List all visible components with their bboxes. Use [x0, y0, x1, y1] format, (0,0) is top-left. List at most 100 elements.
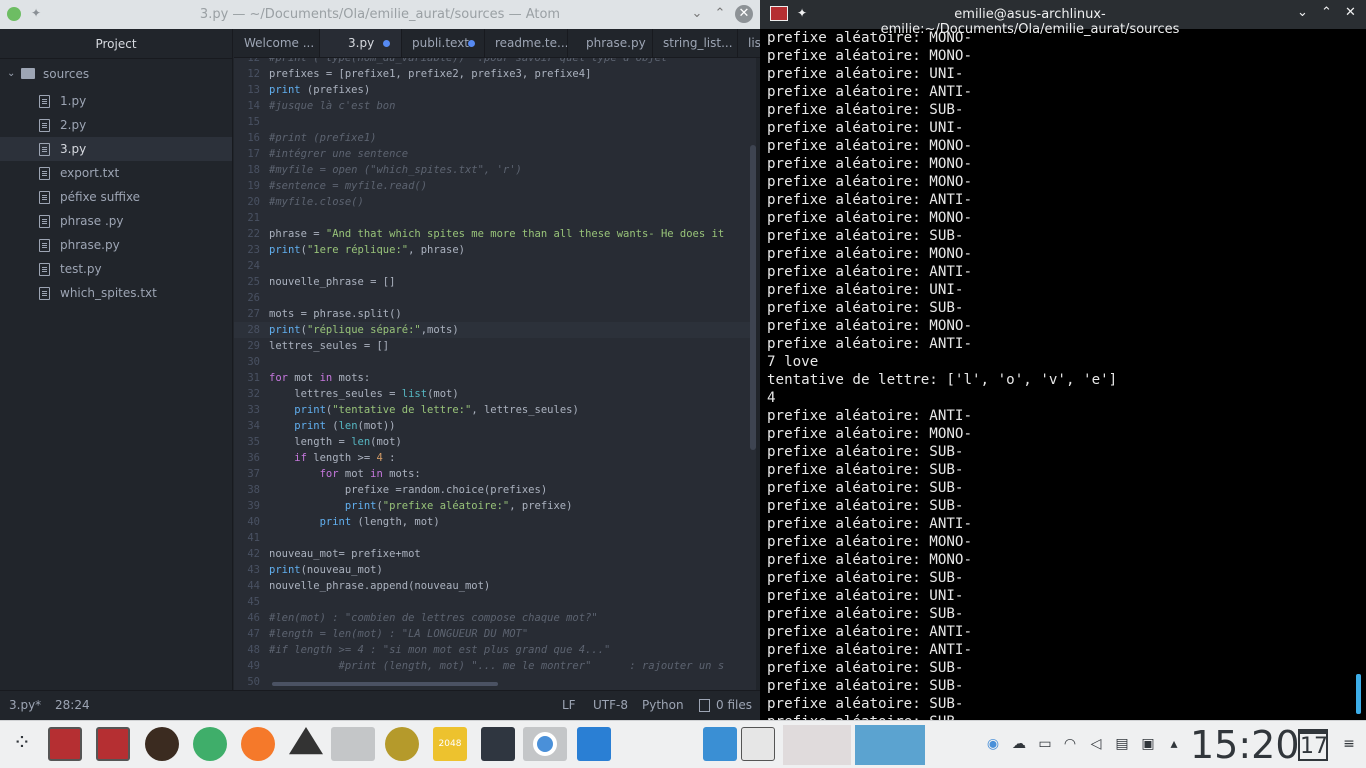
- menu-icon[interactable]: ≡: [1340, 735, 1358, 753]
- code-line[interactable]: 48 #if length >= 4 : "si mon mot est plus…: [234, 642, 756, 658]
- code-line[interactable]: 12 prefixes = [prefixe1, prefixe2, prefix…: [234, 66, 756, 82]
- file-item-phrase-space[interactable]: phrase .py: [0, 209, 232, 233]
- code-line[interactable]: 18 #myfile = open ("which_spites.txt", 'r…: [234, 162, 756, 178]
- game-2048-icon[interactable]: 2048: [433, 727, 467, 761]
- editor-horizontal-scrollbar[interactable]: [272, 682, 498, 686]
- screenshot-tool-icon[interactable]: [703, 727, 737, 761]
- code-line[interactable]: 14 #jusque là c'est bon: [234, 98, 756, 114]
- code-line[interactable]: 40 print (length, mot): [234, 514, 756, 530]
- code-line[interactable]: 37 for mot in mots:: [234, 466, 756, 482]
- code-line[interactable]: 41: [234, 530, 756, 546]
- code-line[interactable]: 27 mots = phrase.split(): [234, 306, 756, 322]
- code-line[interactable]: 33 print("tentative de lettre:", lettres…: [234, 402, 756, 418]
- editor-vertical-scrollbar[interactable]: [750, 145, 756, 450]
- tab-readme[interactable]: readme.te...: [485, 29, 568, 57]
- code-line[interactable]: 43 print(nouveau_mot): [234, 562, 756, 578]
- code-editor[interactable]: 12 #print ( type(nom_du_variable)) :pour …: [234, 58, 756, 690]
- code-line[interactable]: 34 print (len(mot)): [234, 418, 756, 434]
- code-line[interactable]: 44 nouvelle_phrase.append(nouveau_mot): [234, 578, 756, 594]
- code-line[interactable]: 21: [234, 210, 756, 226]
- status-file[interactable]: 3.py*: [9, 691, 41, 719]
- tab-3py[interactable]: 3.py: [320, 29, 402, 57]
- blender-icon[interactable]: [241, 727, 275, 761]
- atom-icon[interactable]: [193, 727, 227, 761]
- clock[interactable]: 15:20: [1190, 723, 1300, 767]
- folder-sources[interactable]: ⌄ sources: [0, 62, 232, 86]
- chromium-tray-icon[interactable]: ◉: [984, 735, 1002, 753]
- code-line[interactable]: 36 if length >= 4 :: [234, 450, 756, 466]
- pin-icon[interactable]: ✦: [797, 6, 807, 20]
- file-item-1py[interactable]: 1.py: [0, 89, 232, 113]
- code-line[interactable]: 23 print("1ere réplique:", phrase): [234, 242, 756, 258]
- cloud-icon[interactable]: ☁: [1010, 735, 1028, 753]
- code-line[interactable]: 38 prefixe =random.choice(prefixes): [234, 482, 756, 498]
- gimp-icon[interactable]: [331, 727, 375, 761]
- status-encoding[interactable]: UTF-8: [593, 691, 628, 719]
- status-cursor-position[interactable]: 28:24: [55, 691, 90, 719]
- clipboard-icon[interactable]: ▤: [1113, 735, 1131, 753]
- code-line[interactable]: 19 #sentence = myfile.read(): [234, 178, 756, 194]
- code-line[interactable]: 16 #print (prefixe1): [234, 130, 756, 146]
- terminal-title-bar[interactable]: ✦ emilie@asus-archlinux-emilie:~/Documen…: [760, 0, 1366, 37]
- code-line[interactable]: 15: [234, 114, 756, 130]
- code-line[interactable]: 12 #print ( type(nom_du_variable)) :pour …: [234, 58, 756, 66]
- maximize-icon[interactable]: ⌃: [711, 5, 729, 23]
- inkscape-icon[interactable]: [289, 727, 323, 755]
- tray-expand-icon[interactable]: ▴: [1165, 735, 1183, 753]
- status-line-ending[interactable]: LF: [562, 691, 576, 719]
- tab-publi[interactable]: publi.text: [402, 29, 485, 57]
- pager-desktop-1[interactable]: [783, 725, 851, 765]
- code-line[interactable]: 32 lettres_seules = list(mot): [234, 386, 756, 402]
- battery-icon[interactable]: ▭: [1036, 735, 1054, 753]
- close-icon[interactable]: ✕: [1345, 5, 1356, 20]
- code-line[interactable]: 28 print("réplique séparé:",mots): [234, 322, 756, 338]
- minimize-icon[interactable]: ⌄: [1297, 5, 1308, 20]
- code-line[interactable]: 25 nouvelle_phrase = []: [234, 274, 756, 290]
- status-grammar[interactable]: Python: [642, 691, 684, 719]
- code-line[interactable]: 46 #len(mot) : "combien de lettres compos…: [234, 610, 756, 626]
- file-item-3py[interactable]: 3.py: [0, 137, 232, 161]
- status-files-count[interactable]: 0 files: [716, 691, 752, 719]
- tab-phrase[interactable]: phrase.py: [568, 29, 653, 57]
- terminal-output[interactable]: prefixe aléatoire: MONO-prefixe aléatoir…: [767, 29, 1352, 720]
- code-line[interactable]: 29 lettres_seules = []: [234, 338, 756, 354]
- file-item-which-spites[interactable]: which_spites.txt: [0, 281, 232, 305]
- file-item-pefixe[interactable]: péfixe suffixe: [0, 185, 232, 209]
- code-line[interactable]: 31 for mot in mots:: [234, 370, 756, 386]
- wifi-icon[interactable]: ◠: [1061, 735, 1079, 753]
- terminal-scrollbar[interactable]: [1356, 674, 1361, 714]
- terminal-icon[interactable]: [48, 727, 82, 761]
- chromium-icon[interactable]: [523, 727, 567, 761]
- file-item-test[interactable]: test.py: [0, 257, 232, 281]
- code-line[interactable]: 20 #myfile.close(): [234, 194, 756, 210]
- file-item-export[interactable]: export.txt: [0, 161, 232, 185]
- tab-lis[interactable]: lis: [738, 29, 760, 57]
- code-line[interactable]: 49 #print (length, mot) "... me le montr…: [234, 658, 756, 674]
- code-line[interactable]: 42 nouveau_mot= prefixe+mot: [234, 546, 756, 562]
- tab-string-list[interactable]: string_list...: [653, 29, 738, 57]
- code-line[interactable]: 24: [234, 258, 756, 274]
- terminal-icon-2[interactable]: [96, 727, 130, 761]
- files-icon[interactable]: [577, 727, 611, 761]
- volume-icon[interactable]: ◁: [1087, 735, 1105, 753]
- code-line[interactable]: 22 phrase = "And that which spites me mor…: [234, 226, 756, 242]
- file-item-2py[interactable]: 2.py: [0, 113, 232, 137]
- lock-icon[interactable]: ▣: [1139, 735, 1157, 753]
- pager-desktop-2[interactable]: [855, 725, 925, 765]
- tab-welcome[interactable]: Welcome ...: [234, 29, 320, 57]
- game-icon[interactable]: [385, 727, 419, 761]
- code-line[interactable]: 35 length = len(mot): [234, 434, 756, 450]
- code-line[interactable]: 47 #length = len(mot) : "LA LONGUEUR DU M…: [234, 626, 756, 642]
- task-manager-icon[interactable]: [741, 727, 775, 761]
- close-icon[interactable]: ✕: [735, 5, 753, 23]
- code-line[interactable]: 39 print("prefixe aléatoire:", prefixe): [234, 498, 756, 514]
- bonfire-icon[interactable]: [145, 727, 179, 761]
- code-line[interactable]: 45: [234, 594, 756, 610]
- code-line[interactable]: 30: [234, 354, 756, 370]
- file-item-phrase[interactable]: phrase.py: [0, 233, 232, 257]
- code-line[interactable]: 17 #intégrer une sentence: [234, 146, 756, 162]
- task-icon[interactable]: [481, 727, 515, 761]
- code-line[interactable]: 13 print (prefixes): [234, 82, 756, 98]
- application-launcher-icon[interactable]: ⁘: [5, 727, 39, 761]
- minimize-icon[interactable]: ⌄: [688, 5, 706, 23]
